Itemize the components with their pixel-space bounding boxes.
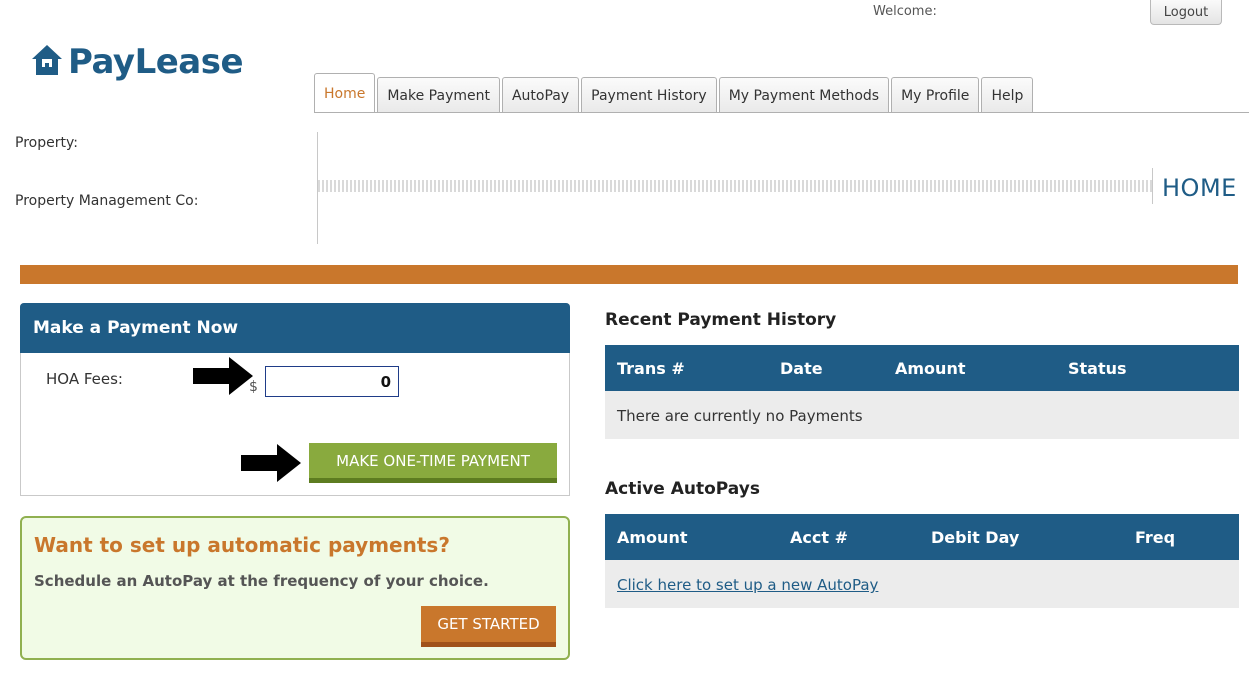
title-divider	[1152, 168, 1153, 204]
property-management-label: Property Management Co:	[15, 193, 199, 209]
tab-help[interactable]: Help	[981, 77, 1034, 113]
tabs-divider	[314, 112, 1249, 113]
active-autopays-title: Active AutoPays	[605, 479, 760, 499]
tab-autopay[interactable]: AutoPay	[501, 77, 580, 113]
page-title: HOME	[1162, 174, 1237, 202]
recent-history-header: Trans # Date Amount Status	[605, 345, 1239, 391]
logo-text: PayLease	[68, 42, 244, 82]
accent-bar	[20, 265, 1238, 284]
make-payment-heading: Make a Payment Now	[20, 303, 570, 353]
house-icon	[30, 43, 64, 81]
recent-history-row: There are currently no Payments	[605, 391, 1239, 439]
logout-button[interactable]: Logout	[1150, 0, 1222, 25]
column-header: Freq	[1135, 528, 1176, 547]
currency-symbol: $	[249, 379, 258, 395]
hoa-fees-label: HOA Fees:	[46, 370, 123, 388]
autopays-row: Click here to set up a new AutoPay	[605, 560, 1239, 608]
column-header: Date	[780, 359, 823, 378]
column-header: Status	[1068, 359, 1127, 378]
setup-autopay-link[interactable]: Click here to set up a new AutoPay	[617, 576, 878, 594]
tab-home[interactable]: Home	[314, 73, 376, 113]
tab-make-payment[interactable]: Make Payment	[377, 77, 500, 113]
autopay-promo-text: Schedule an AutoPay at the frequency of …	[34, 572, 489, 590]
arrow-right-icon	[241, 444, 301, 486]
main-nav-tabs: Home Make Payment AutoPay Payment Histor…	[314, 73, 1035, 113]
hoa-amount-input[interactable]	[265, 366, 399, 397]
arrow-right-icon	[193, 357, 253, 399]
welcome-text: Welcome:	[873, 4, 937, 19]
column-header: Acct #	[790, 528, 848, 547]
column-header: Debit Day	[931, 528, 1020, 547]
tab-my-payment-methods[interactable]: My Payment Methods	[718, 77, 890, 113]
recent-payment-history-title: Recent Payment History	[605, 310, 837, 330]
column-header: Amount	[617, 528, 688, 547]
get-started-button[interactable]: GET STARTED	[421, 606, 556, 647]
paylease-logo[interactable]: PayLease	[30, 42, 244, 82]
empty-payments-message: There are currently no Payments	[617, 407, 863, 425]
make-one-time-payment-button[interactable]: MAKE ONE-TIME PAYMENT	[309, 443, 557, 483]
tab-my-profile[interactable]: My Profile	[891, 77, 980, 113]
column-header: Trans #	[617, 359, 685, 378]
autopays-header: Amount Acct # Debit Day Freq	[605, 514, 1239, 560]
tab-payment-history[interactable]: Payment History	[581, 77, 717, 113]
property-label: Property:	[15, 135, 78, 151]
autopay-promo-title: Want to set up automatic payments?	[34, 533, 450, 557]
dotted-band	[318, 180, 1152, 192]
column-header: Amount	[895, 359, 966, 378]
